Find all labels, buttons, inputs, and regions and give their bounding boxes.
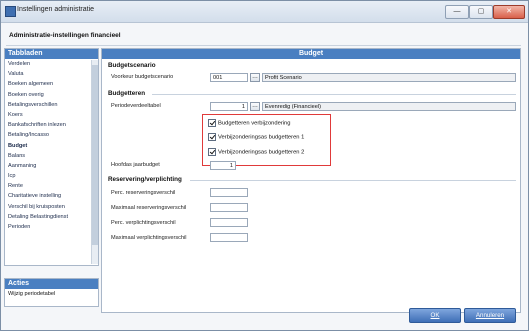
tab-item[interactable]: Boeken overig [5,90,98,100]
checkbox-checked-icon[interactable] [208,148,216,156]
tab-item[interactable]: Budget [5,141,98,151]
divider [6,45,521,46]
reservation-perc-input[interactable] [210,188,248,197]
tabs-scrollbar[interactable] [91,60,98,264]
tab-item[interactable]: Valuta [5,69,98,79]
tab-item[interactable]: Balans [5,151,98,161]
obligation-max-label: Maximaal verplichtingsverschil [111,235,187,241]
action-change-period-table[interactable]: Wijzig periodetabel [5,289,98,299]
tab-item[interactable]: Boeken algemeen [5,79,98,89]
tab-item[interactable]: Rente [5,181,98,191]
obligation-perc-label: Perc. verplichtingsverschil [111,220,176,226]
tab-item[interactable]: Betaling/Incasso [5,130,98,140]
window-title: Instellingen administratie [17,6,95,13]
ok-button[interactable]: OK [409,308,461,323]
app-icon [5,6,16,17]
period-table-name-field: Evenredig (Financieel) [262,102,516,111]
tab-item[interactable]: Detaling Belastingdienst [5,212,98,222]
tab-item[interactable]: Bankafschriften inlezen [5,120,98,130]
year-budget-input[interactable]: 1 [210,161,236,170]
minimize-button[interactable]: — [445,5,469,19]
period-table-lookup-button[interactable]: … [250,102,260,111]
tab-item[interactable]: Verdelen [5,59,98,69]
tab-item[interactable]: Perioden [5,222,98,232]
reservation-section-title: Reservering/verplichting [108,176,182,183]
actions-panel: Acties Wijzig periodetabel [4,278,99,307]
tab-item[interactable]: Koers [5,110,98,120]
tab-item[interactable]: Icp [5,171,98,181]
cancel-button[interactable]: Annuleren [464,308,516,323]
obligation-perc-input[interactable] [210,218,248,227]
scenario-name-field: Profit Scenario [262,73,516,82]
tab-item[interactable]: Charitatieve instelling [5,191,98,201]
period-table-label: Periodeverdeeltabel [111,103,161,109]
scrollbar-thumb[interactable] [92,65,98,245]
settings-window: Instellingen administratie — ▢ ✕ Adminis… [0,0,529,331]
tabs-header: Tabbladen [5,49,98,59]
scenario-label: Voorkeur budgetscenario [111,74,174,80]
section-divider [190,180,516,181]
reservation-perc-label: Perc. reserveringsverschil [111,190,176,196]
tabs-panel: Tabbladen Verdelen Valuta Boeken algemeen B… [4,48,99,266]
tab-item[interactable]: Betalingsverschillen [5,100,98,110]
checkbox-checked-icon[interactable] [208,133,216,141]
maximize-button[interactable]: ▢ [469,5,493,19]
checkbox-allocation-axis-1[interactable]: Verbijzonderingsas budgetteren 1 [208,133,304,141]
checkbox-allocation-axis-2[interactable]: Verbijzonderingsas budgetteren 2 [208,148,304,156]
scenario-code-input[interactable]: 001 [210,73,248,82]
period-table-input[interactable]: 1 [210,102,248,111]
tab-item[interactable]: Verschil bij kruisposten [5,202,98,212]
tabs-list: Verdelen Valuta Boeken algemeen Boeken over… [5,59,98,232]
scenario-section-title: Budgetscenario [108,62,156,69]
budget-panel: Budget Budgetscenario Voorkeur budgetsce… [101,48,521,313]
title-bar[interactable]: Instellingen administratie — ▢ ✕ [1,1,528,23]
checkbox-budget-allocation[interactable]: Budgetteren verbijzondering [208,119,291,127]
obligation-max-input[interactable] [210,233,248,242]
tab-item[interactable]: Aanmaning [5,161,98,171]
section-divider [152,94,516,95]
reservation-max-label: Maximaal reserveringsverschil [111,205,187,211]
reservation-max-input[interactable] [210,203,248,212]
budget-header: Budget [102,49,520,59]
budgets-section-title: Budgetteren [108,90,146,97]
scenario-lookup-button[interactable]: … [250,73,260,82]
close-button[interactable]: ✕ [493,5,525,19]
checkbox-checked-icon[interactable] [208,119,216,127]
actions-header: Acties [5,279,98,289]
page-title: Administratie-instellingen financieel [9,32,121,39]
year-budget-label: Hoofdas jaarbudget [111,162,160,168]
